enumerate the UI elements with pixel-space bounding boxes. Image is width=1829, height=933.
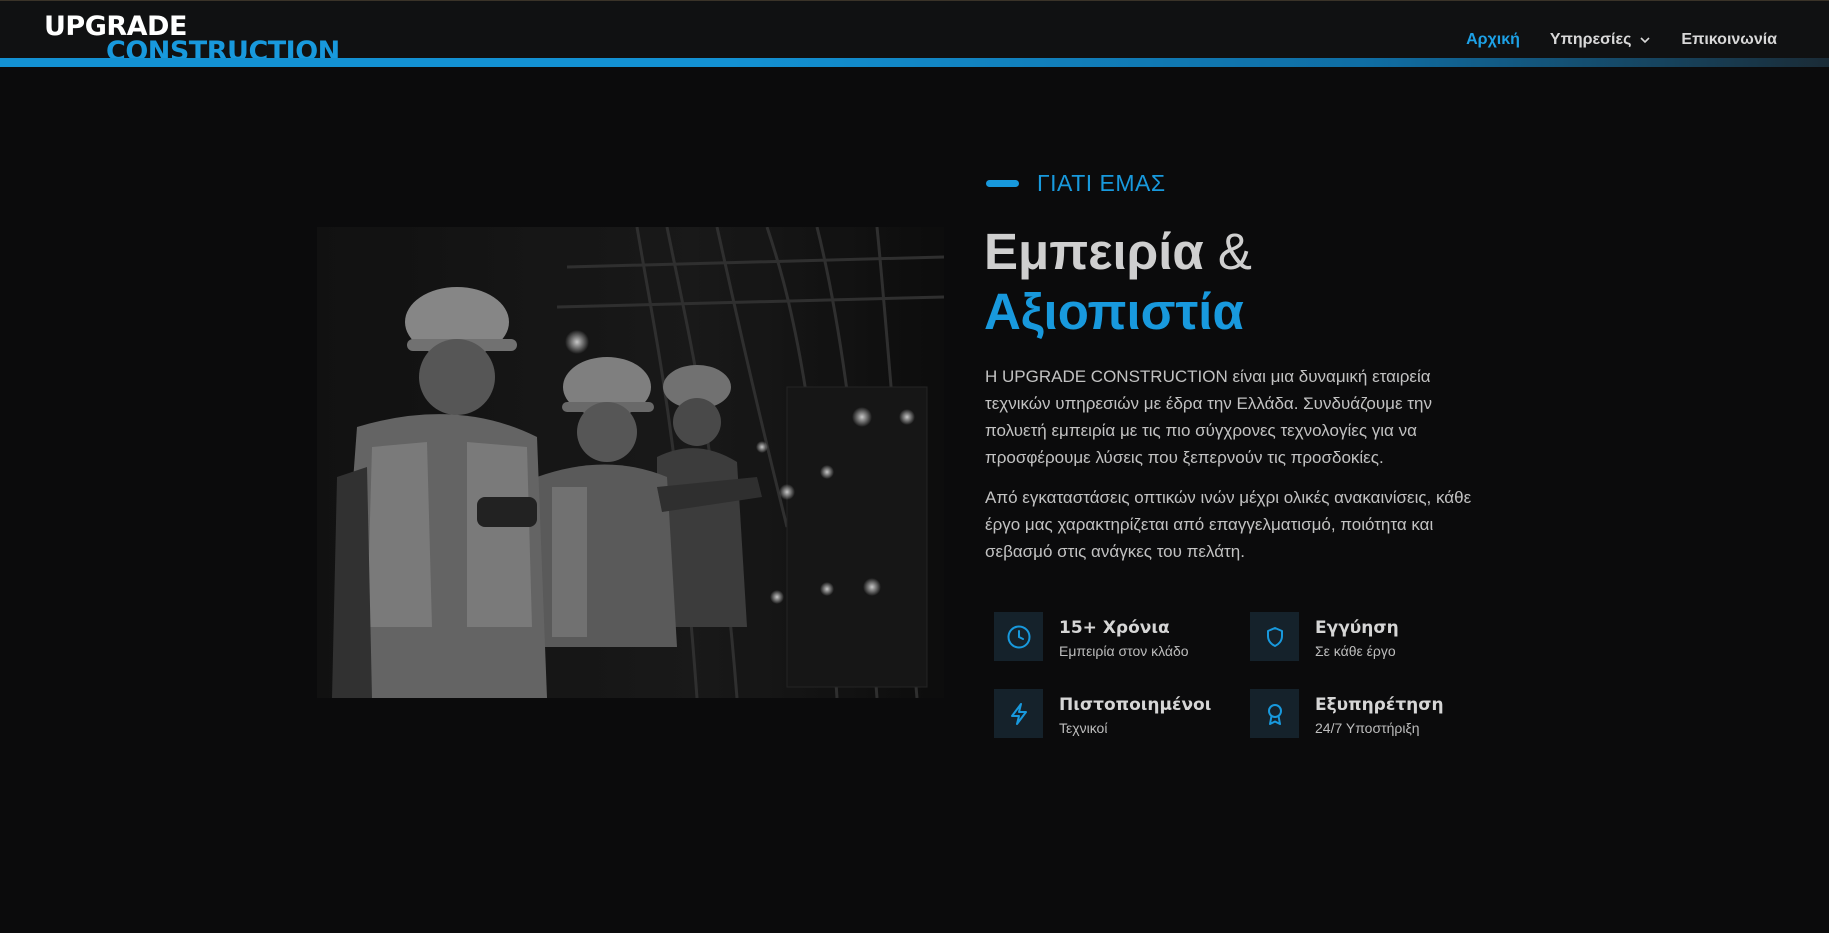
- eyebrow-bar: [986, 180, 1019, 187]
- section-title: Εμπειρία & Αξιοπιστία: [984, 222, 1252, 342]
- section-eyebrow: ΓΙΑΤΙ ΕΜΑΣ: [986, 170, 1166, 197]
- feature-text: Πιστοποιημένοι Τεχνικοί: [1059, 689, 1211, 736]
- nav-label-contact: Επικοινωνία: [1681, 31, 1777, 48]
- chevron-down-icon: [1640, 37, 1650, 44]
- feature-title: Πιστοποιημένοι: [1059, 695, 1212, 715]
- eyebrow-text: ΓΙΑΤΙ ΕΜΑΣ: [1037, 170, 1166, 196]
- feature-subtitle: 24/7 Υποστήριξη: [1315, 720, 1420, 736]
- feature-experience: 15+ Χρόνια Εμπειρία στον κλάδο: [994, 612, 1189, 661]
- feature-text: Εγγύηση Σε κάθε έργο: [1315, 612, 1399, 659]
- nav-label-home: Αρχική: [1466, 31, 1520, 48]
- feature-text: 15+ Χρόνια Εμπειρία στον κλάδο: [1059, 612, 1189, 659]
- title-ampersand: &: [1203, 223, 1252, 280]
- feature-title: Εγγύηση: [1315, 618, 1399, 638]
- nav-item-services[interactable]: Υπηρεσίες: [1550, 31, 1652, 49]
- title-line-1: Εμπειρία &: [984, 222, 1252, 282]
- feature-title: Εξυπηρέτηση: [1315, 695, 1444, 715]
- lightning-icon: [994, 689, 1043, 738]
- header-accent-stripe: [0, 58, 1829, 67]
- title-part-1: Εμπειρία: [984, 223, 1204, 280]
- title-line-2: Αξιοπιστία: [984, 283, 1244, 340]
- feature-subtitle: Εμπειρία στον κλάδο: [1059, 643, 1189, 659]
- workers-illustration: [317, 227, 944, 698]
- main-nav: Αρχική Υπηρεσίες Επικοινωνία: [1466, 31, 1777, 49]
- intro-paragraph: Η UPGRADE CONSTRUCTION είναι μια δυναμικ…: [985, 367, 1432, 467]
- award-icon: [1250, 689, 1299, 738]
- feature-title: 15+ Χρόνια: [1059, 618, 1170, 638]
- clock-icon: [994, 612, 1043, 661]
- nav-item-home[interactable]: Αρχική: [1466, 31, 1520, 49]
- nav-label-services: Υπηρεσίες: [1549, 31, 1632, 48]
- feature-text: Εξυπηρέτηση 24/7 Υποστήριξη: [1315, 689, 1444, 736]
- site-header: UPGRADE CONSTRUCTION Αρχική Υπηρεσίες Επ…: [0, 0, 1829, 67]
- feature-certified: Πιστοποιημένοι Τεχνικοί: [994, 689, 1211, 738]
- nav-item-contact[interactable]: Επικοινωνία: [1681, 31, 1777, 49]
- feature-subtitle: Σε κάθε έργο: [1315, 643, 1396, 659]
- feature-warranty: Εγγύηση Σε κάθε έργο: [1250, 612, 1399, 661]
- services-paragraph: Από εγκαταστάσεις οπτικών ινών μέχρι ολι…: [985, 488, 1472, 561]
- feature-support: Εξυπηρέτηση 24/7 Υποστήριξη: [1250, 689, 1444, 738]
- feature-subtitle: Τεχνικοί: [1059, 720, 1108, 736]
- workers-photo: [317, 227, 944, 698]
- shield-icon: [1250, 612, 1299, 661]
